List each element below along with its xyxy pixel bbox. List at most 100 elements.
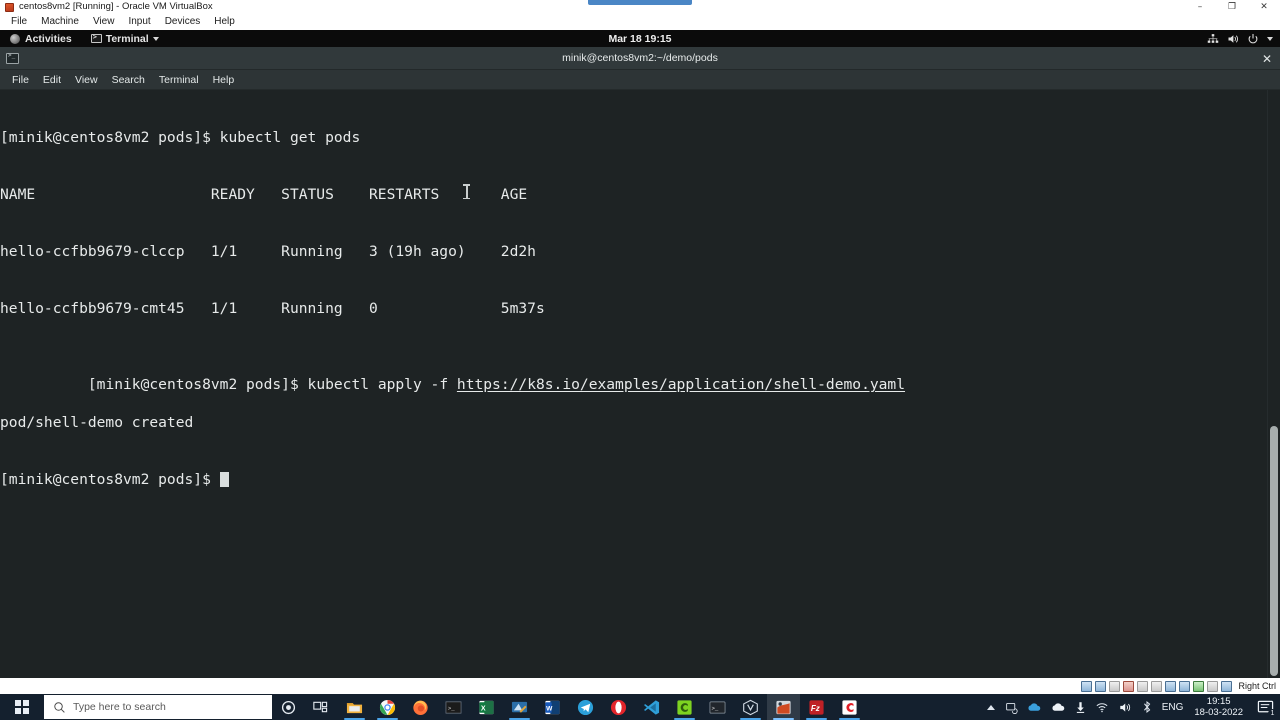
vbox-menu-machine[interactable]: Machine [34, 14, 86, 30]
virtualbox-button[interactable] [734, 694, 767, 720]
vbox-menu-devices[interactable]: Devices [158, 14, 208, 30]
vbox-title-text: centos8vm2 [Running] - Oracle VM Virtual… [19, 1, 213, 12]
keyboard-icon[interactable] [1221, 680, 1233, 692]
app-menu-button[interactable]: Terminal [90, 32, 159, 45]
terminal-menu-search[interactable]: Search [105, 70, 152, 90]
file-explorer-button[interactable] [338, 694, 371, 720]
vbox-window-buttons: – ❐ ✕ [1184, 0, 1280, 14]
volume-icon[interactable] [1118, 701, 1132, 714]
terminal-menu-file[interactable]: File [5, 70, 36, 90]
virtualbox-icon [5, 2, 14, 12]
word-button[interactable]: W [536, 694, 569, 720]
firefox-button[interactable] [404, 694, 437, 720]
vbox-menu-file[interactable]: File [4, 14, 34, 30]
power-icon [1248, 33, 1258, 43]
virtualbox-vm-icon [776, 700, 791, 714]
cloud-icon[interactable] [1027, 701, 1042, 713]
terminal-output-area[interactable]: [minik@centos8vm2 pods]$ kubectl get pod… [0, 90, 1280, 678]
terminal-line: hello-ccfbb9679-clccp 1/1 Running 3 (19h… [0, 243, 536, 260]
terminal-icon: >_ [709, 700, 726, 714]
app-menu-label: Terminal [105, 32, 149, 45]
shared-folders-icon[interactable] [1151, 680, 1163, 692]
recording-icon[interactable] [1179, 680, 1191, 692]
task-view-button[interactable] [305, 694, 338, 720]
vbox-menu-view[interactable]: View [86, 14, 122, 30]
terminal-scrollbar[interactable] [1267, 90, 1280, 678]
network-icon [1207, 33, 1219, 43]
terminal-scrollbar-thumb[interactable] [1270, 426, 1278, 676]
taskbar-clock[interactable]: 19:15 18-03-2022 [1194, 696, 1243, 718]
terminal-menu-terminal[interactable]: Terminal [152, 70, 206, 90]
floppy-disk-icon[interactable] [1109, 680, 1121, 692]
cmder-button[interactable] [668, 694, 701, 720]
screen: centos8vm2 [Running] - Oracle VM Virtual… [0, 0, 1280, 720]
vbox-menubar: File Machine View Input Devices Help [0, 14, 1280, 30]
chevron-down-icon [152, 36, 159, 41]
host-key-label: Right Ctrl [1238, 681, 1276, 691]
bluetooth-icon[interactable] [1141, 700, 1153, 714]
terminal-button[interactable]: >_ [701, 694, 734, 720]
onedrive-sync-icon[interactable] [1005, 701, 1018, 714]
notification-badge: 1 [1268, 708, 1277, 718]
excel-button[interactable]: X [470, 694, 503, 720]
excel-icon: X [479, 700, 494, 714]
optical-disk-icon[interactable] [1095, 680, 1107, 692]
telegram-icon [577, 699, 594, 715]
maximize-button[interactable]: ❐ [1216, 0, 1248, 14]
search-input[interactable]: Type here to search [44, 695, 272, 719]
display-icon[interactable] [1165, 680, 1177, 692]
file-explorer-icon [346, 702, 363, 713]
snipping-tool-icon [511, 701, 528, 713]
terminal-url-link[interactable]: https://k8s.io/examples/application/shel… [457, 376, 905, 393]
download-icon[interactable] [1075, 701, 1086, 714]
activities-button[interactable]: Activities [7, 33, 75, 45]
filezilla-button[interactable]: Fz [800, 694, 833, 720]
usb-icon[interactable] [1137, 680, 1149, 692]
svg-text:X: X [481, 704, 486, 712]
close-button[interactable]: ✕ [1248, 0, 1280, 14]
svg-text:W: W [546, 705, 553, 712]
camtasia-button[interactable] [833, 694, 866, 720]
gnome-status-area[interactable] [1207, 30, 1273, 47]
gnome-logo-icon [10, 33, 20, 44]
cloud-2-icon[interactable] [1051, 701, 1066, 713]
terminal-line: [minik@centos8vm2 pods]$ kubectl get pod… [0, 129, 361, 146]
terminal-line: [minik@centos8vm2 pods]$ kubectl apply -… [0, 356, 905, 393]
cortana-icon [281, 700, 296, 714]
terminal-menu-edit[interactable]: Edit [36, 70, 68, 90]
language-indicator[interactable]: ENG [1162, 702, 1184, 713]
filezilla-icon: Fz [809, 699, 824, 715]
vbox-menu-help[interactable]: Help [207, 14, 242, 30]
terminal-menu-help[interactable]: Help [206, 70, 242, 90]
telegram-button[interactable] [569, 694, 602, 720]
show-hidden-icons-button[interactable] [986, 704, 995, 710]
features-icon[interactable] [1193, 680, 1205, 692]
vscode-button[interactable] [635, 694, 668, 720]
opera-button[interactable] [602, 694, 635, 720]
hard-disk-icon[interactable] [1081, 680, 1093, 692]
terminal-menu-view[interactable]: View [68, 70, 105, 90]
command-prompt-icon: >_ [445, 700, 462, 714]
system-tray: ENG 19:15 18-03-2022 1 [986, 694, 1280, 720]
svg-text:Fz: Fz [811, 703, 820, 712]
terminal-window: minik@centos8vm2:~/demo/pods ✕ File Edit… [0, 47, 1280, 678]
vbox-menu-input[interactable]: Input [121, 14, 157, 30]
terminal-cursor [219, 472, 229, 487]
gnome-clock[interactable]: Mar 18 19:15 [560, 33, 720, 45]
cortana-button[interactable] [272, 694, 305, 720]
wifi-icon[interactable] [1095, 701, 1109, 713]
cmd-button[interactable]: >_ [437, 694, 470, 720]
terminal-close-button[interactable]: ✕ [1262, 47, 1272, 70]
minimize-button[interactable]: – [1184, 0, 1216, 14]
snip-button[interactable] [503, 694, 536, 720]
chrome-button[interactable] [371, 694, 404, 720]
vbox-statusbar: Right Ctrl [0, 678, 1280, 694]
terminal-line: [minik@centos8vm2 pods]$ [0, 470, 905, 489]
notifications-button[interactable]: 1 [1257, 699, 1277, 718]
firefox-icon [413, 700, 428, 715]
mouse-icon[interactable] [1207, 680, 1219, 692]
network-icon[interactable] [1123, 680, 1135, 692]
opera-icon [610, 699, 627, 715]
start-button[interactable] [0, 694, 44, 720]
virtualbox-vm-button[interactable] [767, 694, 800, 720]
